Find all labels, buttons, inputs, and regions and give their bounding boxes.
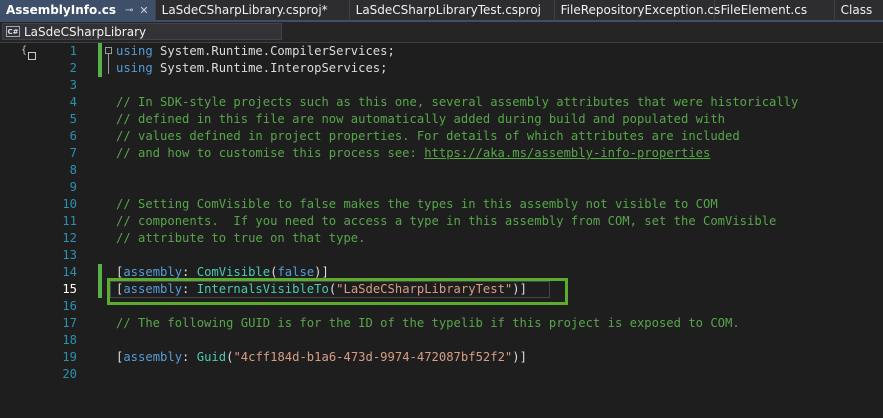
line-content: // defined in this file are now automati… [116,112,726,126]
code-line: 19 [assembly: Guid("4cff184d-b1a6-473d-9… [0,349,883,366]
tab-label: FileRepositoryException.cs [560,3,721,17]
code-line: 1 using System.Runtime.CompilerServices; [0,43,883,60]
line-content: // In SDK-style projects such as this on… [116,95,799,109]
line-number: 12 [62,231,77,245]
line-number: 10 [62,197,77,211]
line-content: // The following GUID is for the ID of t… [116,316,740,330]
line-number: 3 [69,78,77,92]
line-content: using System.Runtime.InteropServices; [116,61,388,75]
code-line: 6 // values defined in project propertie… [0,128,883,145]
line-number: 20 [62,367,77,381]
code-line: 7 // and how to customise this process s… [0,145,883,162]
code-line: 14 [assembly: ComVisible(false)] [0,264,883,281]
tab-label: Class [840,3,873,17]
tab-librarytest-csproj[interactable]: LaSdeCSharpLibraryTest.csproj [350,0,555,20]
line-content: [assembly: InternalsVisibleTo("LaSdeCSha… [116,282,527,296]
tab-class[interactable]: Class [835,0,879,20]
tab-label: AssemblyInfo.cs [6,3,117,17]
code-line: 10 // Setting ComVisible to false makes … [0,196,883,213]
line-content: // components. If you need to access a t… [116,214,777,228]
line-content: using System.Runtime.CompilerServices; [116,44,395,58]
line-number: 2 [69,61,77,75]
close-icon[interactable]: ✕ [139,4,148,17]
line-content: // values defined in project properties.… [116,129,740,143]
code-line: 5 // defined in this file are now automa… [0,111,883,128]
line-number: 11 [62,214,77,228]
line-number: 19 [62,350,77,364]
code-line: 4 // In SDK-style projects such as this … [0,94,883,111]
line-content: // attribute to true on that type. [116,231,366,245]
line-number: 4 [69,95,77,109]
navigation-bar: C# LaSdeCSharpLibrary [0,22,883,43]
line-number: 6 [69,129,77,143]
line-number: 17 [62,316,77,330]
line-content: [assembly: ComVisible(false)] [116,265,329,279]
csharp-project-icon: C# [6,26,20,37]
pin-icon[interactable]: ⊸ [125,5,133,16]
code-line: 8 [0,162,883,179]
tab-filerepositoryexception[interactable]: FileRepositoryException.cs [555,0,720,20]
line-number: 5 [69,112,77,126]
line-number: 16 [62,299,77,313]
code-line: 9 [0,179,883,196]
code-line: 2 using System.Runtime.InteropServices; [0,60,883,77]
tab-label: LaSdeCSharpLibraryTest.csproj [355,3,542,17]
line-number: 8 [69,163,77,177]
code-line-current: 15 [assembly: InternalsVisibleTo("LaSdeC… [0,281,883,298]
line-content: // and how to customise this process see… [116,146,711,160]
tab-label: FileElement.cs [720,3,808,17]
project-name: LaSdeCSharpLibrary [24,24,147,39]
line-number: 14 [62,265,77,279]
line-number: 7 [69,146,77,160]
line-number: 9 [69,180,77,194]
line-number: 15 [62,282,77,296]
line-number: 1 [69,44,77,58]
code-line: 3 [0,77,883,94]
code-editor[interactable]: { 1 using System.Runtime.CompilerService… [0,43,883,418]
code-line: 16 [0,298,883,315]
line-content: // Setting ComVisible to false makes the… [116,197,718,211]
tab-library-csproj[interactable]: LaSdeCSharpLibrary.csproj* [156,0,350,20]
line-number: 18 [62,333,77,347]
code-line: 18 [0,332,883,349]
line-content: [assembly: Guid("4cff184d-b1a6-473d-9974… [116,350,527,364]
tab-label: LaSdeCSharpLibrary.csproj* [161,3,328,17]
tab-fileelement[interactable]: FileElement.cs [715,0,835,20]
code-line: 13 [0,247,883,264]
code-line: 11 // components. If you need to access … [0,213,883,230]
code-line: 12 // attribute to true on that type. [0,230,883,247]
code-line: 17 // The following GUID is for the ID o… [0,315,883,332]
assembly-info-link[interactable]: https://aka.ms/assembly-info-properties [424,146,710,160]
tab-bar: AssemblyInfo.cs ⊸ ✕ LaSdeCSharpLibrary.c… [0,0,883,20]
code-line: 20 [0,366,883,383]
line-number: 13 [62,248,77,262]
tab-assemblyinfo[interactable]: AssemblyInfo.cs ⊸ ✕ [0,0,156,20]
project-dropdown[interactable]: C# LaSdeCSharpLibrary [2,23,282,40]
